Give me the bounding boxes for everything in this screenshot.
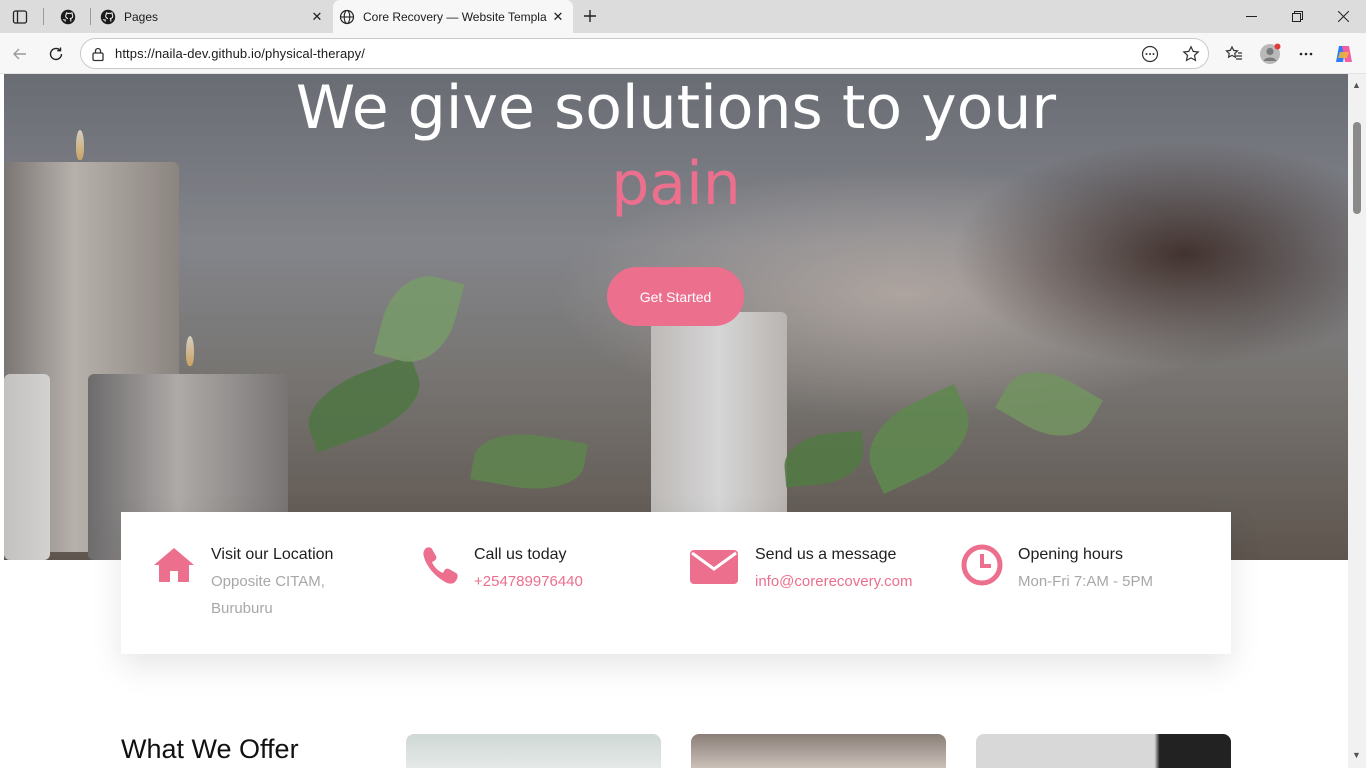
sidebar-icon [12, 9, 28, 24]
scroll-down-icon[interactable]: ▼ [1352, 750, 1361, 760]
tab-separator [90, 8, 91, 25]
url-text: https://naila-dev.github.io/physical-the… [115, 46, 365, 61]
tab-strip: Pages ✕ Core Recovery — Website Templa ✕ [0, 0, 1366, 33]
new-tab-button[interactable] [578, 4, 602, 28]
star-icon [1182, 45, 1200, 62]
close-tab-button[interactable]: ✕ [306, 6, 328, 28]
scroll-thumb[interactable] [1353, 122, 1361, 214]
home-icon [151, 542, 197, 588]
favorites-star-list-icon [1225, 45, 1242, 60]
minimize-button[interactable] [1228, 0, 1274, 33]
avatar-icon [1260, 43, 1281, 64]
favorites-button[interactable] [1220, 40, 1248, 68]
page-viewport: We give solutions to your pain Get Start… [0, 74, 1348, 768]
back-button[interactable] [6, 40, 34, 68]
github-icon [60, 9, 76, 24]
close-window-button[interactable] [1320, 0, 1366, 33]
clock-icon [959, 542, 1005, 588]
profile-button[interactable] [1256, 40, 1284, 68]
contact-info-card: Visit our Location Opposite CITAM, Burub… [121, 512, 1231, 654]
sidebar-toggle-button[interactable] [6, 4, 34, 29]
info-value: Opposite CITAM, [211, 573, 325, 590]
close-icon: ✕ [311, 8, 323, 24]
lock-icon [92, 47, 104, 62]
phone-link[interactable]: +254789976440 [474, 568, 583, 595]
github-icon [100, 9, 116, 24]
envelope-icon [689, 542, 739, 588]
service-image [406, 734, 661, 768]
section-heading-what-we-offer: What We Offer [121, 734, 299, 764]
info-title: Call us today [474, 546, 567, 563]
service-image [691, 734, 946, 768]
settings-menu-button[interactable] [1292, 40, 1320, 68]
close-tab-button[interactable]: ✕ [547, 6, 569, 28]
hero-headline: We give solutions to your [295, 74, 1057, 143]
info-value: Buruburu [211, 600, 273, 617]
arrow-left-icon [13, 48, 26, 60]
more-circle-icon [1141, 45, 1159, 63]
scroll-up-icon[interactable]: ▲ [1352, 80, 1361, 90]
address-bar[interactable]: https://naila-dev.github.io/physical-the… [80, 38, 1209, 69]
minimize-icon [1245, 16, 1257, 17]
info-title: Send us a message [755, 546, 897, 563]
plus-icon [584, 10, 596, 22]
info-title: Opening hours [1018, 546, 1123, 563]
vertical-scrollbar[interactable]: ▲ ▼ [1348, 74, 1366, 768]
tab-title: Pages [124, 9, 159, 24]
refresh-icon [49, 47, 63, 61]
close-icon: ✕ [552, 8, 564, 24]
phone-icon [417, 542, 463, 588]
hero-section: We give solutions to your pain Get Start… [4, 74, 1348, 560]
close-icon [1337, 11, 1349, 22]
refresh-button[interactable] [42, 40, 70, 68]
hero-accent-word: pain [611, 149, 741, 219]
restore-button[interactable] [1274, 0, 1320, 33]
restore-icon [1291, 11, 1303, 22]
more-horizontal-icon [1299, 52, 1313, 56]
email-link[interactable]: info@corerecovery.com [755, 568, 913, 595]
browser-toolbar: https://naila-dev.github.io/physical-the… [0, 33, 1366, 74]
tab-pages[interactable]: Pages ✕ [94, 0, 332, 33]
info-title: Visit our Location [211, 546, 334, 563]
globe-icon [339, 9, 355, 24]
favorite-button[interactable] [1181, 44, 1201, 64]
tab-separator [43, 8, 44, 25]
get-started-button[interactable]: Get Started [607, 267, 744, 326]
copilot-button[interactable] [1330, 40, 1358, 68]
copilot-icon [1336, 46, 1352, 62]
tab-github[interactable] [54, 4, 82, 29]
reading-mode-button[interactable] [1140, 44, 1160, 64]
tab-title: Core Recovery — Website Templa [363, 9, 547, 24]
info-value: Mon-Fri 7:AM - 5PM [1018, 573, 1154, 590]
tab-core-recovery[interactable]: Core Recovery — Website Templa ✕ [333, 0, 573, 33]
service-image [976, 734, 1231, 768]
